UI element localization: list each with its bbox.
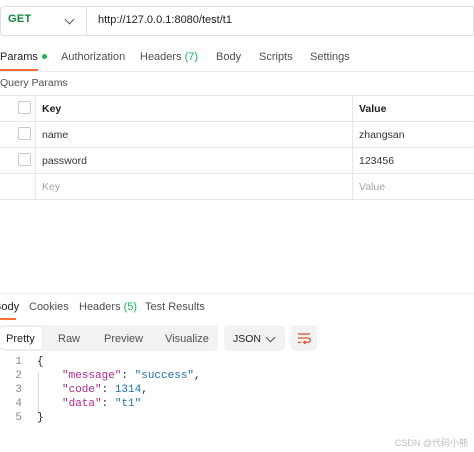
line-number: 3 [15, 384, 22, 396]
column-divider [35, 95, 36, 199]
view-visualize-button[interactable]: Visualize [165, 333, 209, 345]
table-border [0, 121, 474, 122]
tab-authorization[interactable]: Authorization [61, 51, 125, 63]
response-tab-body[interactable]: Body [0, 301, 19, 313]
response-tab-headers[interactable]: Headers (5) [79, 301, 137, 313]
tabs-divider [0, 71, 474, 72]
response-tab-cookies[interactable]: Cookies [29, 301, 69, 313]
param-key[interactable]: name [42, 129, 68, 141]
row-checkbox[interactable] [18, 127, 31, 140]
table-border [0, 199, 474, 200]
column-divider [352, 95, 353, 199]
json-line: "data": "t1" [62, 398, 142, 410]
param-key[interactable]: password [42, 155, 87, 167]
query-params-label: Query Params [0, 77, 68, 89]
table-border [0, 95, 474, 96]
row-checkbox[interactable] [18, 153, 31, 166]
new-key-input[interactable]: Key [42, 181, 60, 193]
tab-scripts[interactable]: Scripts [259, 51, 293, 63]
view-preview-button[interactable]: Preview [104, 333, 143, 345]
watermark: CSDN @代码小熊 [394, 438, 468, 448]
table-border [0, 147, 474, 148]
param-value[interactable]: zhangsan [359, 129, 405, 141]
url-text[interactable]: http://127.0.0.1:8080/test/t1 [98, 14, 232, 26]
new-value-input[interactable]: Value [359, 181, 385, 193]
active-response-tab-indicator [0, 318, 16, 320]
select-all-checkbox[interactable] [18, 101, 31, 114]
wrap-icon [298, 333, 311, 345]
indent-guide [38, 372, 39, 412]
line-number: 5 [15, 412, 22, 424]
method-label: GET [8, 13, 32, 25]
response-tab-test-results[interactable]: Test Results [145, 301, 205, 313]
format-label: JSON [233, 333, 262, 345]
line-number: 2 [15, 370, 22, 382]
tab-body[interactable]: Body [216, 51, 241, 63]
params-active-dot [41, 53, 47, 59]
tab-settings[interactable]: Settings [310, 51, 350, 63]
table-border [0, 173, 474, 174]
key-column-header: Key [42, 103, 62, 115]
json-open-brace: { [37, 356, 44, 368]
view-pretty-button[interactable]: Pretty [6, 333, 35, 345]
view-raw-button[interactable]: Raw [58, 333, 80, 345]
param-value[interactable]: 123456 [359, 155, 394, 167]
json-line: "code": 1314, [62, 384, 148, 396]
value-column-header: Value [359, 103, 387, 115]
tab-params[interactable]: Params [0, 51, 47, 63]
tab-headers[interactable]: Headers (7) [140, 51, 198, 63]
line-number: 1 [15, 356, 22, 368]
line-number: 4 [15, 398, 22, 410]
response-divider [0, 293, 474, 294]
json-close-brace: } [37, 412, 44, 424]
wrap-lines-button[interactable] [291, 325, 317, 351]
json-line: "message": "success", [62, 370, 201, 382]
